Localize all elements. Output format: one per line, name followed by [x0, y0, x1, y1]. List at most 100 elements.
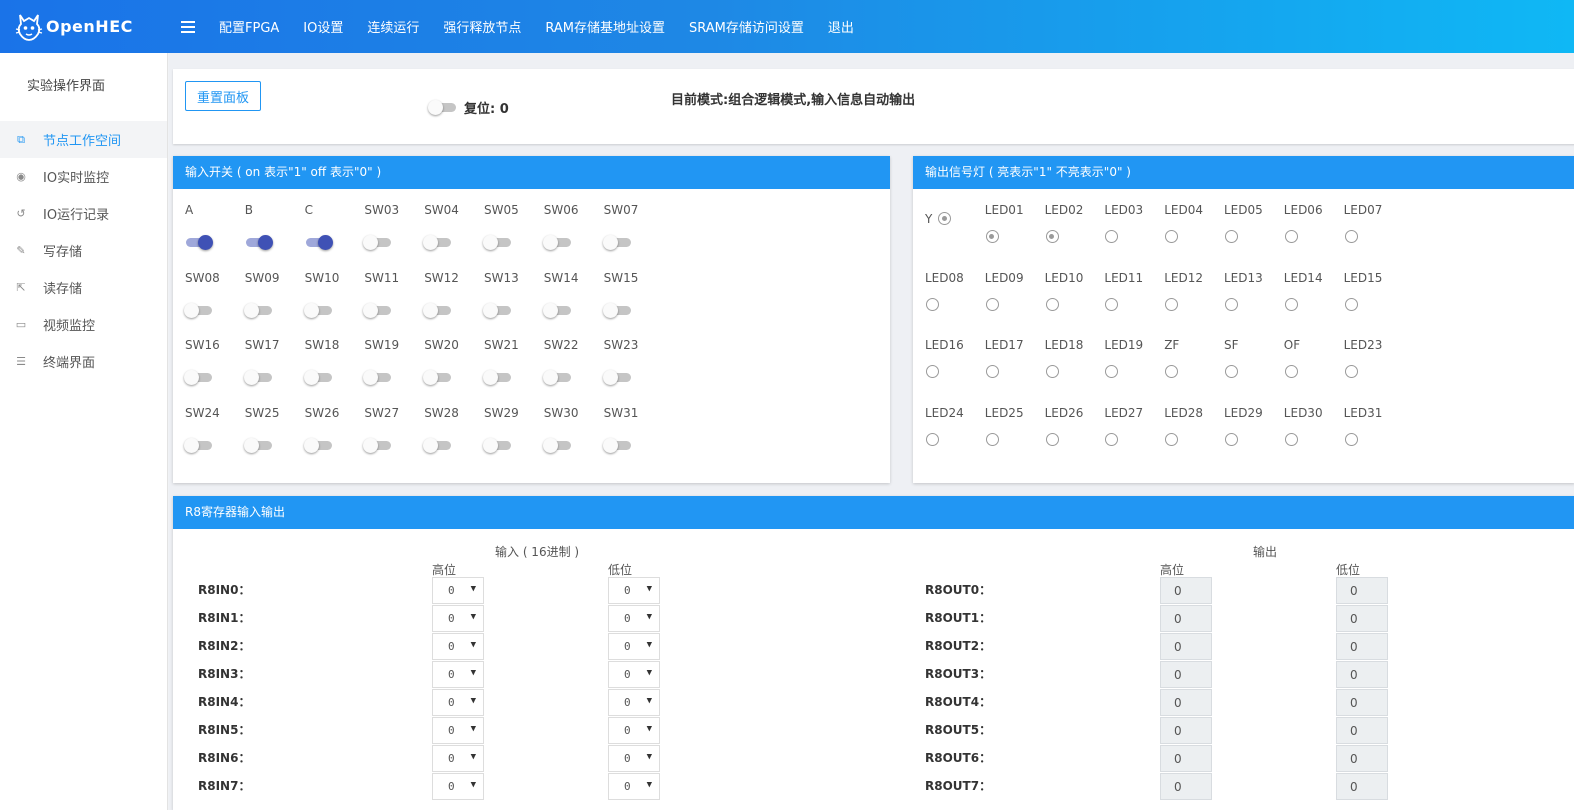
switch-toggle[interactable] — [602, 302, 633, 320]
led-indicator — [1165, 297, 1179, 311]
nav-continuous-run[interactable]: 连续运行 — [367, 17, 419, 36]
switch-toggle[interactable] — [423, 302, 453, 320]
switch-toggle[interactable] — [363, 302, 393, 320]
switch-label: SW20 — [424, 338, 459, 352]
switch-toggle[interactable] — [423, 437, 453, 455]
switch-toggle[interactable] — [303, 369, 334, 387]
sidebar-item-0[interactable]: ⧉ 节点工作空间 — [0, 121, 167, 158]
r8out-low-value: 0 — [1336, 689, 1388, 716]
switch-label: SW14 — [543, 270, 579, 285]
r8in-low-select[interactable]: 0 ▼ — [608, 633, 660, 660]
r8in-low-select[interactable]: 0 ▼ — [608, 773, 660, 800]
switch-toggle[interactable] — [602, 437, 633, 455]
switch-toggle[interactable] — [244, 234, 274, 252]
switch-thumb — [542, 370, 558, 385]
switch-toggle[interactable] — [363, 437, 393, 455]
switch-toggle[interactable] — [184, 234, 214, 252]
switch-label: SW25 — [244, 405, 280, 420]
switch-thumb — [423, 437, 439, 453]
r8in-high-select[interactable]: 0 ▼ — [432, 661, 484, 688]
sidebar-item-label: 视频监控 — [43, 319, 96, 334]
switch-toggle[interactable] — [483, 234, 513, 252]
switch-thumb — [542, 235, 558, 250]
select-value: 0 — [448, 584, 455, 597]
switch-toggle[interactable] — [542, 437, 573, 455]
output-led-header: 输出信号灯 ( 亮表示"1" 不亮表示"0" ) — [913, 156, 1574, 189]
r8in-low-select[interactable]: 0 ▼ — [608, 689, 660, 716]
switch-toggle[interactable] — [542, 369, 573, 387]
switch-toggle[interactable] — [423, 369, 453, 387]
switch-toggle[interactable] — [184, 369, 214, 387]
switch-toggle[interactable] — [483, 369, 513, 387]
nav-io-settings[interactable]: IO设置 — [303, 17, 343, 36]
switch-toggle[interactable] — [542, 302, 573, 320]
y-label: Y — [925, 212, 933, 226]
logo[interactable]: OpenHEC — [14, 11, 164, 43]
reset-toggle[interactable] — [428, 99, 458, 117]
r8in-label: R8IN2： — [198, 639, 251, 653]
switch-toggle[interactable] — [483, 302, 513, 320]
reset-panel-button[interactable]: 重置面板 — [185, 81, 261, 111]
sidebar-item-1[interactable]: ◉ IO实时监控 — [0, 158, 167, 195]
switch-label: SW05 — [484, 203, 519, 217]
switch-toggle[interactable] — [363, 369, 393, 387]
pencil-icon: ✎ — [16, 244, 26, 257]
switch-toggle[interactable] — [184, 437, 214, 455]
sidebar-item-3[interactable]: ✎ 写存储 — [0, 232, 167, 269]
output-led-card: 输出信号灯 ( 亮表示"1" 不亮表示"0" ) Y LED01 LED02 LED… — [913, 156, 1574, 483]
video-icon: ▭ — [15, 318, 27, 331]
nav-config-fpga[interactable]: 配置FPGA — [219, 17, 279, 36]
switch-label: SW08 — [185, 270, 220, 285]
nav-sram-access[interactable]: SRAM存储访问设置 — [689, 17, 804, 36]
switch-toggle[interactable] — [602, 234, 633, 252]
switch-toggle[interactable] — [303, 302, 334, 320]
r8in-low-select[interactable]: 0 ▼ — [608, 605, 660, 632]
led-label: LED16 — [925, 338, 964, 352]
dropdown-arrow-icon: ▼ — [646, 780, 652, 790]
select-value: 0 — [624, 640, 631, 653]
switch-toggle[interactable] — [243, 369, 274, 387]
r8in-low-select[interactable]: 0 ▼ — [608, 661, 660, 688]
dropdown-arrow-icon: ▼ — [470, 724, 476, 734]
sidebar-item-6[interactable]: ☰ 终端界面 — [0, 343, 167, 380]
led-indicator — [1105, 297, 1119, 311]
sidebar-item-5[interactable]: ▭ 视频监控 — [0, 306, 167, 343]
r8in-low-select[interactable]: 0 ▼ — [608, 577, 660, 604]
r8in-high-select[interactable]: 0 ▼ — [432, 633, 484, 660]
switch-toggle[interactable] — [304, 234, 334, 252]
switch-toggle[interactable] — [483, 437, 513, 455]
r8in-high-select[interactable]: 0 ▼ — [432, 745, 484, 772]
switch-toggle[interactable] — [184, 302, 214, 320]
menu-toggle-icon[interactable] — [181, 20, 195, 33]
r8in-high-select[interactable]: 0 ▼ — [432, 773, 484, 800]
switch-toggle[interactable] — [243, 437, 274, 455]
r8out-label: R8OUT6： — [925, 751, 992, 765]
led-indicator — [1344, 230, 1358, 243]
switch-toggle[interactable] — [423, 234, 453, 252]
r8in-high-select[interactable]: 0 ▼ — [432, 717, 484, 744]
led-indicator — [1284, 230, 1298, 243]
r8in-low-select[interactable]: 0 ▼ — [608, 717, 660, 744]
switch-thumb — [602, 302, 618, 318]
nav-force-release-node[interactable]: 强行释放节点 — [443, 17, 521, 36]
reset-label: 复位: 0 — [464, 102, 509, 117]
switch-toggle[interactable] — [303, 437, 334, 455]
r8out-low-value: 0 — [1336, 633, 1388, 660]
led-indicator — [1045, 297, 1059, 311]
r8in-low-select[interactable]: 0 ▼ — [608, 745, 660, 772]
switch-toggle[interactable] — [243, 302, 274, 320]
switch-label: SW23 — [603, 338, 639, 352]
sidebar-item-4[interactable]: ⇱ 读存储 — [0, 269, 167, 306]
r8in-high-select[interactable]: 0 ▼ — [432, 577, 484, 604]
sidebar-item-2[interactable]: ↺ IO运行记录 — [0, 195, 167, 232]
switch-toggle[interactable] — [363, 234, 393, 252]
r8out-low-value: 0 — [1336, 577, 1388, 604]
nav-ram-base-address[interactable]: RAM存储基地址设置 — [545, 17, 665, 36]
r8in-high-select[interactable]: 0 ▼ — [432, 605, 484, 632]
nav-exit[interactable]: 退出 — [828, 17, 854, 36]
r8in-high-select[interactable]: 0 ▼ — [432, 689, 484, 716]
openhec-logo-icon — [15, 14, 43, 41]
switch-toggle[interactable] — [542, 234, 573, 252]
switch-toggle[interactable] — [602, 369, 633, 387]
led-label: LED12 — [1164, 270, 1203, 285]
